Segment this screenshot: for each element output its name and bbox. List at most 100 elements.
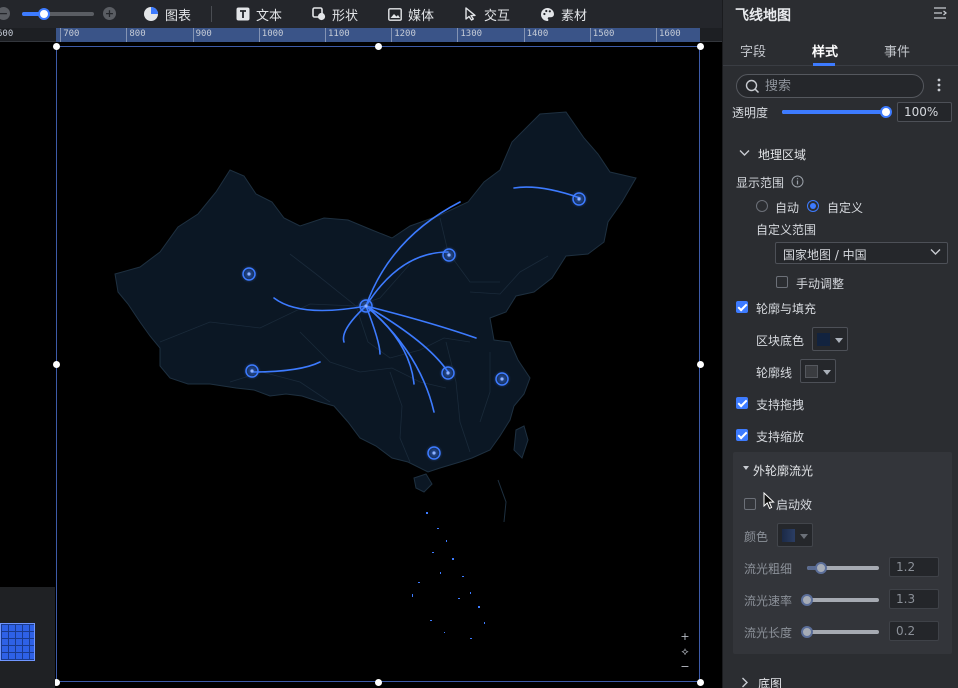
block-color-picker[interactable] [812, 327, 848, 351]
toolbar-media-button[interactable]: 媒体 [388, 0, 434, 28]
canvas-minimap[interactable] [0, 587, 55, 688]
glow-length-label: 流光长度 [744, 626, 793, 640]
resize-handle-ne[interactable] [696, 42, 704, 50]
shape-icon [312, 7, 326, 21]
glow-speed-slider[interactable] [801, 594, 879, 606]
support-zoom-checkbox[interactable] [736, 429, 748, 441]
resize-handle-n[interactable] [374, 42, 382, 50]
ruler-tick-label: 1400 [526, 29, 549, 39]
chevron-down-icon[interactable] [739, 149, 750, 157]
ruler-tick-line [391, 28, 393, 42]
minimap-viewport[interactable] [0, 623, 35, 661]
radio-auto[interactable] [756, 200, 768, 212]
ruler-tick-label: 1100 [328, 29, 350, 39]
resize-handle-se[interactable] [696, 678, 704, 686]
caret-down-icon [823, 370, 831, 375]
ruler-tick-label: 1200 [394, 29, 416, 39]
ruler-tick-line [192, 28, 194, 42]
ruler-tick-line [457, 28, 459, 42]
collapse-panel-icon[interactable] [933, 6, 947, 20]
caret-down-icon [835, 338, 843, 343]
enable-effect-checkbox[interactable] [744, 498, 756, 510]
toolbar-text-label: 文本 [256, 8, 283, 24]
outline-fill-checkbox[interactable] [736, 301, 748, 313]
resize-handle-w[interactable] [52, 360, 60, 368]
support-drag-checkbox[interactable] [736, 397, 748, 409]
cursor-icon [465, 7, 476, 21]
ruler-tick-label: 800 [129, 29, 146, 39]
base-map-section-title[interactable]: 底图 [758, 675, 782, 688]
ruler-tick-label: 700 [63, 29, 80, 39]
ruler-tick-label: 1000 [261, 29, 284, 39]
toolbar-text-button[interactable]: 文本 [236, 0, 282, 28]
radio-custom-label: 自定义 [827, 201, 864, 215]
opacity-slider[interactable] [782, 106, 892, 118]
caret-down-icon [800, 534, 808, 539]
ruler-tick-line [258, 28, 260, 42]
outline-fill-label: 轮廓与填充 [756, 302, 817, 316]
glow-width-thumb[interactable] [815, 562, 828, 574]
selected-widget-frame[interactable] [56, 46, 700, 682]
display-range-label: 显示范围 [736, 176, 785, 190]
resize-handle-s[interactable] [374, 678, 382, 686]
outline-line-color-picker[interactable] [800, 359, 836, 383]
search-box[interactable] [736, 74, 924, 98]
support-zoom-label: 支持缩放 [756, 430, 805, 444]
pie-chart-icon [144, 7, 158, 21]
ruler-tick-label: 1500 [592, 29, 615, 39]
outer-glow-title[interactable]: 外轮廓流光 [753, 462, 813, 479]
more-options-icon[interactable] [937, 78, 941, 92]
toolbar-shape-button[interactable]: 形状 [312, 0, 358, 28]
tab-style[interactable]: 样式 [812, 41, 838, 60]
ruler-tick-line [325, 28, 326, 42]
panel-tabs: 字段 样式 事件 [723, 34, 958, 66]
glow-width-slider[interactable] [807, 562, 879, 574]
ruler-tick-label: 900 [195, 29, 212, 39]
map-reset-icon[interactable]: ⟡ [680, 645, 690, 659]
toolbar-chart-button[interactable]: 图表 [143, 0, 191, 28]
glow-width-input[interactable]: 1.2 [889, 557, 939, 577]
palette-icon [541, 7, 554, 21]
radio-auto-label: 自动 [775, 201, 800, 215]
design-canvas[interactable]: + ⟡ − [0, 42, 722, 688]
glow-speed-thumb[interactable] [801, 594, 813, 606]
resize-handle-nw[interactable] [52, 42, 60, 50]
radio-custom[interactable] [807, 200, 819, 212]
toolbar-media-label: 媒体 [408, 8, 435, 24]
toolbar-assets-button[interactable]: 素材 [540, 0, 587, 28]
zoom-in-button[interactable]: + [103, 7, 116, 20]
ruler-tick-line [523, 28, 525, 42]
glow-width-label: 流光粗细 [744, 562, 793, 576]
chevron-right-icon[interactable] [741, 677, 749, 688]
resize-handle-e[interactable] [696, 360, 704, 368]
map-zoom-in-icon[interactable]: + [680, 630, 690, 643]
manual-adjust-checkbox[interactable] [776, 276, 788, 288]
glow-length-slider[interactable] [801, 626, 879, 638]
toolbar-divider [211, 6, 212, 22]
opacity-input[interactable]: 100% [897, 102, 952, 122]
custom-range-select[interactable]: 国家地图 / 中国 [775, 242, 948, 264]
panel-title: 飞线地图 [735, 8, 791, 24]
opacity-slider-thumb[interactable] [880, 106, 892, 118]
info-icon[interactable] [791, 175, 804, 188]
zoom-slider[interactable] [22, 8, 94, 20]
chevron-down-icon [930, 249, 941, 255]
glow-speed-input[interactable]: 1.3 [889, 589, 939, 609]
toolbar-interaction-label: 交互 [484, 8, 511, 24]
map-zoom-out-icon[interactable]: − [680, 660, 690, 673]
search-input[interactable] [765, 78, 915, 94]
geo-section-title[interactable]: 地理区域 [758, 146, 806, 163]
glow-length-input[interactable]: 0.2 [889, 621, 939, 641]
block-color-swatch [817, 333, 830, 346]
tab-fields[interactable]: 字段 [740, 41, 766, 60]
zoom-slider-thumb[interactable] [37, 8, 50, 20]
ruler-tick-line [589, 28, 591, 42]
glow-color-picker[interactable] [777, 523, 813, 547]
custom-range-value: 国家地图 / 中国 [783, 248, 867, 262]
ruler-tick-line [126, 28, 128, 42]
tab-events[interactable]: 事件 [884, 41, 910, 60]
caret-down-icon[interactable] [743, 466, 749, 470]
zoom-out-button[interactable]: − [0, 7, 10, 20]
toolbar-interaction-button[interactable]: 交互 [464, 0, 510, 28]
glow-length-thumb[interactable] [801, 626, 813, 638]
